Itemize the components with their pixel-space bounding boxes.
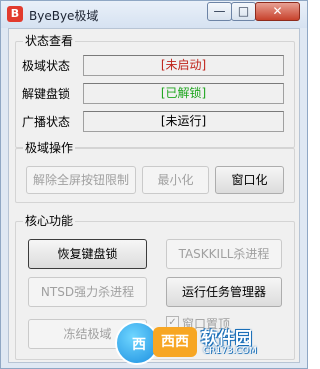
status-label-jiyu: 极域状态 [22,59,71,73]
minimize-button[interactable]: — [207,2,232,21]
title-bar[interactable]: B ByeBye极域 — □ ✕ [1,1,307,28]
taskkill-button[interactable]: TASKKILL杀进程 [166,239,282,269]
status-value-text: [未运行] [160,114,207,128]
watermark-badge: 西西 [153,327,197,357]
status-group: 状态查看 极域状态 [未启动] 解键盘锁 [已解锁] 广播状态 [未运行] [15,34,295,148]
maximize-button[interactable]: □ [231,2,256,21]
status-value-text: [已解锁] [160,86,207,100]
watermark-url: CR173.COM [203,346,257,356]
status-label-keyboard: 解键盘锁 [22,87,71,101]
app-window: B ByeBye极域 — □ ✕ 状态查看 极域状态 [未启动] 解键盘锁 [已… [0,0,308,369]
restore-keyboard-button[interactable]: 恢复键盘锁 [28,239,147,269]
minimize-jiyu-button[interactable]: 最小化 [142,166,209,194]
close-button[interactable]: ✕ [255,2,300,21]
run-taskmgr-button[interactable]: 运行任务管理器 [166,277,282,307]
ops-group-title: 极域操作 [23,141,76,155]
window-title: ByeBye极域 [29,9,99,23]
client-area: 状态查看 极域状态 [未启动] 解键盘锁 [已解锁] 广播状态 [未运行] 极域… [8,28,300,363]
status-label-broadcast: 广播状态 [22,115,71,129]
status-value-broadcast: [未运行] [83,111,284,132]
unlock-fullscreen-button[interactable]: 解除全屏按钮限制 [26,166,136,194]
status-value-keyboard: [已解锁] [83,83,284,104]
windowed-button[interactable]: 窗口化 [215,166,284,194]
app-logo-icon: B [7,6,23,22]
ops-group: 极域操作 解除全屏按钮限制 最小化 窗口化 [15,141,295,203]
status-group-title: 状态查看 [23,34,76,48]
status-value-text: [未启动] [160,58,207,72]
ntsd-kill-button[interactable]: NTSD强力杀进程 [28,277,147,307]
core-group-title: 核心功能 [23,214,76,228]
status-value-jiyu: [未启动] [83,55,284,76]
site-watermark: 西 西西 软件园 CR173.COM [111,315,307,367]
